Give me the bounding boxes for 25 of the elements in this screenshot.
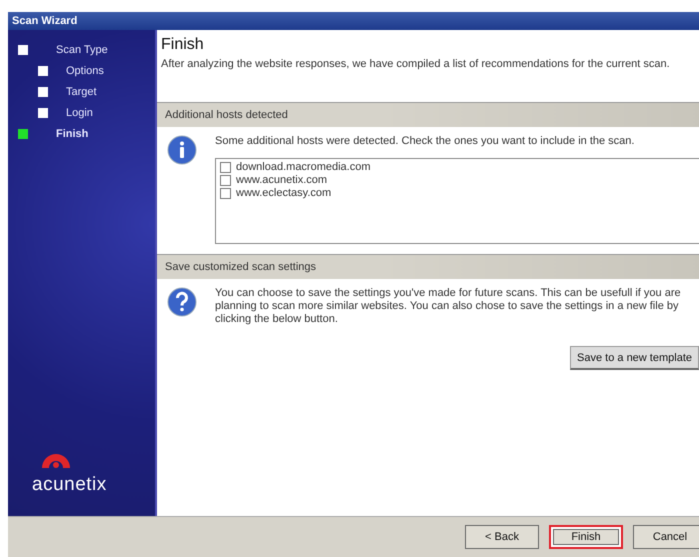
- save-template-button[interactable]: Save to a new template: [570, 346, 699, 370]
- step-label: Target: [66, 86, 97, 98]
- section-header: Save customized scan settings: [157, 254, 699, 279]
- host-label: www.eclectasy.com: [236, 187, 332, 199]
- step-label: Options: [66, 65, 104, 77]
- page-title: Finish: [161, 36, 205, 54]
- host-checkbox[interactable]: [220, 162, 231, 172]
- host-checkbox[interactable]: [220, 188, 231, 198]
- host-label: www.acunetix.com: [236, 174, 328, 186]
- window-title: Scan Wizard: [8, 12, 699, 30]
- wizard-button[interactable]: Finish: [549, 525, 623, 549]
- wizard-button[interactable]: < Back: [465, 525, 539, 549]
- section-header: Additional hosts detected: [157, 102, 699, 127]
- help-icon: [167, 287, 197, 317]
- step-label: Scan Type: [56, 44, 108, 56]
- hosts-message: Some additional hosts were detected. Check the ones you want to include in the scan.: [215, 135, 636, 148]
- brand-name: acunetix: [32, 474, 107, 496]
- page-subtitle: After analyzing the website responses, we have compiled a list of recommendations for the current scan.: [161, 58, 671, 70]
- wizard-button[interactable]: Cancel: [633, 525, 699, 549]
- save-message: You can choose to save the settings you've made for future scans. This can be usefull if you are planning to scan more similar websites. You can also chose to save the settings in a new file by clicking the below button.: [215, 287, 682, 326]
- step-label: Login: [66, 107, 93, 119]
- host-label: download.macromedia.com: [236, 161, 371, 173]
- info-icon: [167, 135, 197, 165]
- host-checkbox[interactable]: [220, 174, 231, 186]
- step-label: Finish: [56, 128, 88, 140]
